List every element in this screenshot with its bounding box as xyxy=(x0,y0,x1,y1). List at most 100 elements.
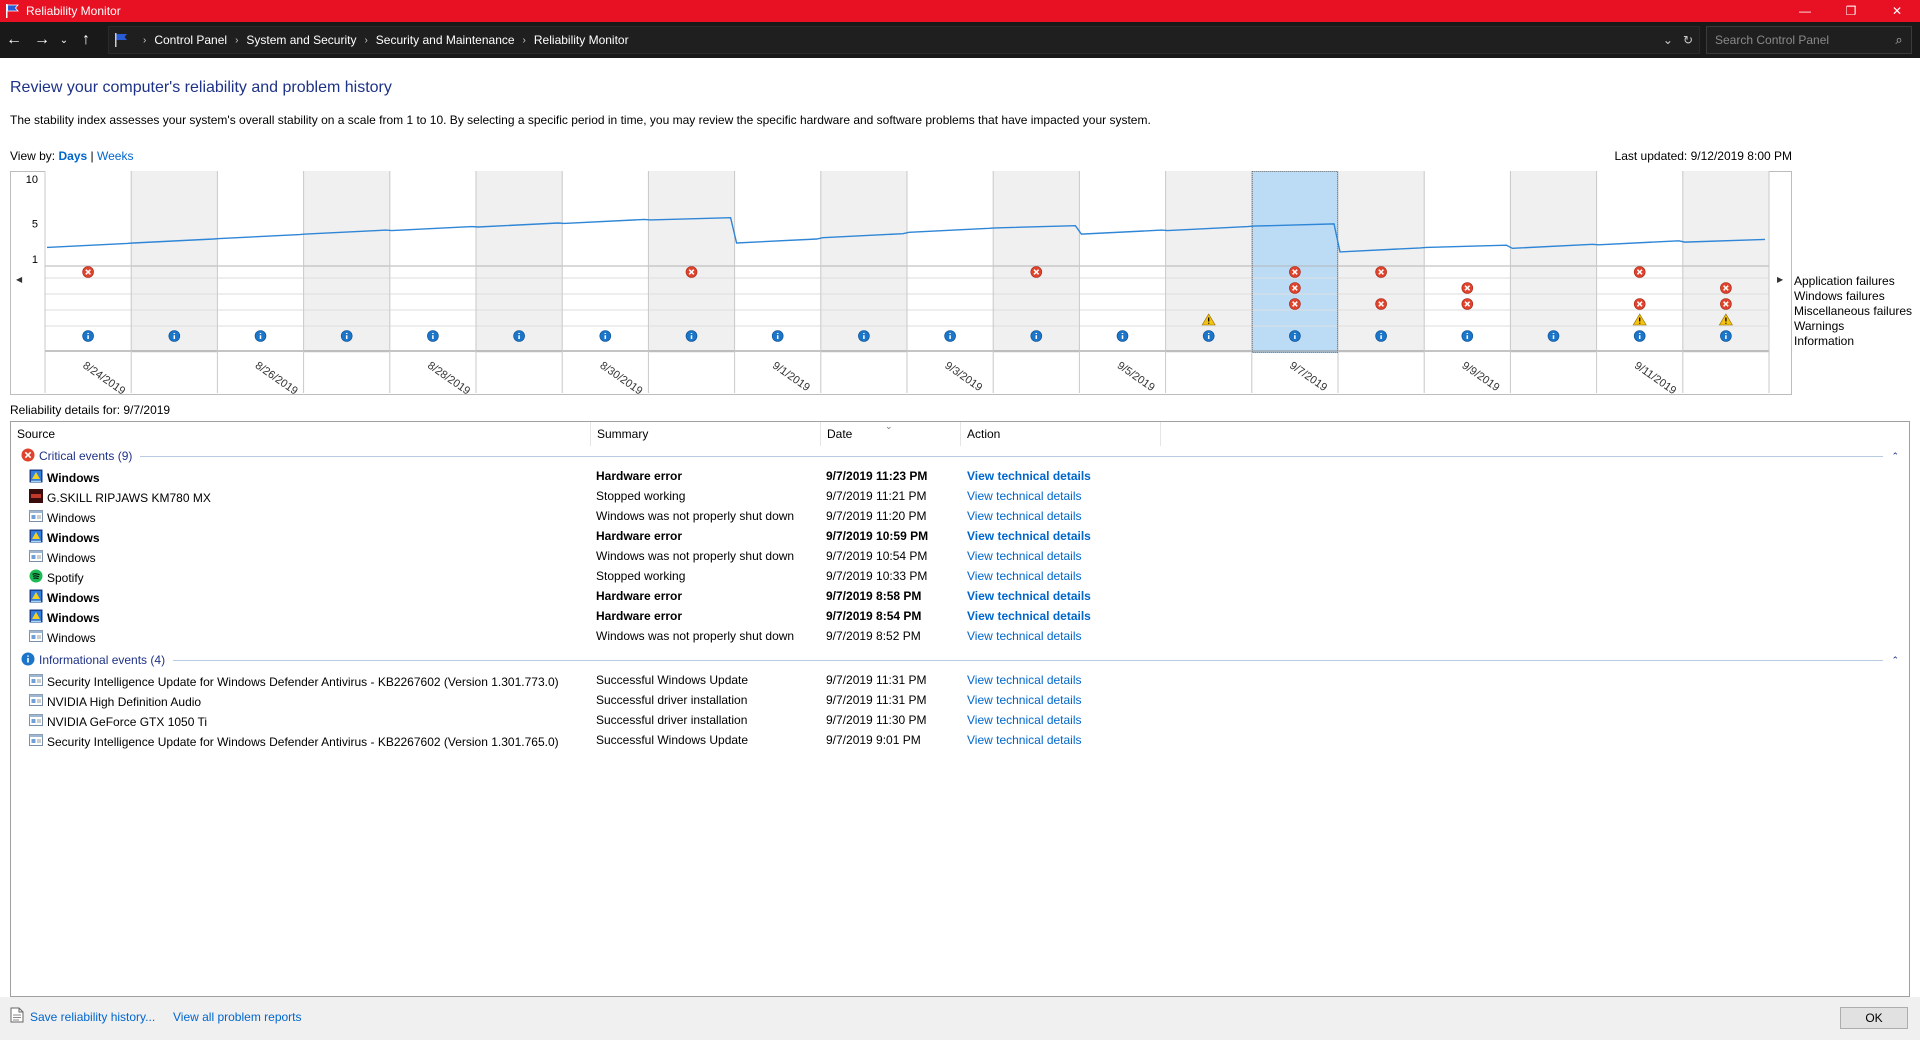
date-cell: 9/7/2019 9:01 PM xyxy=(826,733,921,747)
save-document-icon[interactable] xyxy=(10,1007,24,1023)
view-technical-details-link[interactable]: View technical details xyxy=(967,549,1082,563)
view-technical-details-link[interactable]: View technical details xyxy=(967,569,1082,583)
view-technical-details-link[interactable]: View technical details xyxy=(967,589,1091,603)
legend-warnings: Warnings xyxy=(1794,319,1845,333)
generic-app-icon xyxy=(29,733,47,750)
table-row[interactable]: Security Intelligence Update for Windows… xyxy=(11,730,1909,750)
view-technical-details-link[interactable]: View technical details xyxy=(967,469,1091,483)
date-cell: 9/7/2019 10:59 PM xyxy=(826,529,929,543)
table-row[interactable]: NVIDIA GeForce GTX 1050 Ti Successful dr… xyxy=(11,710,1909,730)
ok-button[interactable]: OK xyxy=(1840,1007,1908,1029)
save-reliability-history-link[interactable]: Save reliability history... xyxy=(30,1010,155,1024)
chart-scroll-left-icon[interactable]: ◀ xyxy=(16,275,22,284)
view-technical-details-link[interactable]: View technical details xyxy=(967,609,1091,623)
column-action[interactable]: Action xyxy=(961,422,1161,446)
table-row[interactable]: Windows Hardware error 9/7/2019 11:23 PM… xyxy=(11,466,1909,486)
breadcrumb-chevron-icon[interactable]: › xyxy=(235,35,238,46)
breadcrumb-chevron-icon[interactable]: › xyxy=(364,35,367,46)
search-input[interactable] xyxy=(1707,32,1887,48)
summary-cell: Stopped working xyxy=(596,569,686,583)
search-box[interactable]: ⌕ xyxy=(1706,26,1912,54)
view-technical-details-link[interactable]: View technical details xyxy=(967,509,1082,523)
source-cell: Windows xyxy=(29,549,96,566)
view-technical-details-link[interactable]: View technical details xyxy=(967,489,1082,503)
spotify-icon xyxy=(29,569,47,586)
view-technical-details-link[interactable]: View technical details xyxy=(967,673,1082,687)
breadcrumb-security-and-maintenance[interactable]: Security and Maintenance › xyxy=(376,33,534,47)
restore-button[interactable]: ❐ xyxy=(1828,0,1874,22)
keyboard-app-icon xyxy=(29,489,47,506)
chart-legend: Application failures Windows failures Mi… xyxy=(1794,274,1912,349)
table-row[interactable]: Windows Hardware error 9/7/2019 10:59 PM… xyxy=(11,526,1909,546)
flag-icon xyxy=(115,33,127,47)
window-title: Reliability Monitor xyxy=(26,4,121,18)
minimize-button[interactable]: — xyxy=(1782,0,1828,22)
source-text: Security Intelligence Update for Windows… xyxy=(47,734,559,749)
table-row[interactable]: Windows Windows was not properly shut do… xyxy=(11,546,1909,566)
x-tick-label: 9/3/2019 xyxy=(942,360,984,394)
view-technical-details-link[interactable]: View technical details xyxy=(967,693,1082,707)
footer: Save reliability history... View all pro… xyxy=(0,997,1920,1040)
informational-events-group-title[interactable]: Informational events (4) xyxy=(39,653,165,667)
table-row[interactable]: NVIDIA High Definition Audio Successful … xyxy=(11,690,1909,710)
windows-hw-icon xyxy=(29,609,47,626)
view-technical-details-link[interactable]: View technical details xyxy=(967,529,1091,543)
generic-app-icon xyxy=(29,673,47,690)
column-date[interactable]: Date ⌄ xyxy=(821,421,961,446)
summary-cell: Hardware error xyxy=(596,469,683,483)
table-row[interactable]: Windows Windows was not properly shut do… xyxy=(11,626,1909,646)
breadcrumb-separator-icon[interactable]: › xyxy=(135,35,154,46)
chart-scroll-right-icon[interactable]: ▶ xyxy=(1777,275,1783,284)
search-icon[interactable]: ⌕ xyxy=(1887,32,1911,48)
collapse-chevron-icon[interactable]: ⌃ xyxy=(1891,655,1899,666)
table-row[interactable]: Security Intelligence Update for Windows… xyxy=(11,670,1909,690)
breadcrumb-reliability-monitor[interactable]: Reliability Monitor xyxy=(534,33,629,47)
critical-events-group-title[interactable]: Critical events (9) xyxy=(39,449,132,463)
source-cell: Windows xyxy=(29,609,100,626)
column-summary[interactable]: Summary xyxy=(591,422,821,446)
table-row[interactable]: G.SKILL RIPJAWS KM780 MX Stopped working… xyxy=(11,486,1909,506)
summary-cell: Successful driver installation xyxy=(596,713,748,727)
address-box[interactable]: › Control Panel › System and Security › Se… xyxy=(108,26,1700,54)
summary-cell: Hardware error xyxy=(596,589,683,603)
summary-cell: Successful Windows Update xyxy=(596,673,749,687)
source-cell: Windows xyxy=(29,629,96,646)
column-date-label: Date xyxy=(827,427,853,441)
summary-cell: Successful Windows Update xyxy=(596,733,749,747)
informational-events-group[interactable]: Informational events (4) ⌃ xyxy=(11,650,1909,670)
table-row[interactable]: Windows Hardware error 9/7/2019 8:54 PM … xyxy=(11,606,1909,626)
forward-arrow-icon[interactable]: → xyxy=(28,26,56,54)
reliability-monitor-icon xyxy=(6,4,19,18)
table-row[interactable]: Windows Hardware error 9/7/2019 8:58 PM … xyxy=(11,586,1909,606)
reliability-chart[interactable]: 10 5 1 8/24/2019 8/26/2019 8/28/2019 8/30/2019… xyxy=(10,171,1792,395)
page-description: The stability index assesses your system… xyxy=(10,113,1151,127)
column-source[interactable]: Source xyxy=(11,422,591,446)
source-cell: Windows xyxy=(29,529,100,546)
error-icon xyxy=(11,448,39,465)
sort-indicator-icon: ⌄ xyxy=(885,421,893,431)
breadcrumb-chevron-icon[interactable]: › xyxy=(523,35,526,46)
breadcrumb-control-panel[interactable]: Control Panel › xyxy=(154,33,246,47)
view-by-days-link[interactable]: Days xyxy=(58,149,87,163)
back-arrow-icon[interactable]: ← xyxy=(0,26,28,54)
date-cell: 9/7/2019 11:31 PM xyxy=(826,693,927,707)
close-button[interactable]: ✕ xyxy=(1874,0,1920,22)
breadcrumb-system-and-security[interactable]: System and Security › xyxy=(246,33,375,47)
collapse-chevron-icon[interactable]: ⌃ xyxy=(1891,451,1899,462)
table-row[interactable]: Spotify Stopped working 9/7/2019 10:33 P… xyxy=(11,566,1909,586)
view-all-problem-reports-link[interactable]: View all problem reports xyxy=(173,1010,302,1024)
table-row[interactable]: Windows Windows was not properly shut do… xyxy=(11,506,1909,526)
summary-cell: Windows was not properly shut down xyxy=(596,509,795,523)
recent-locations-chevron-icon[interactable]: ⌄ xyxy=(56,26,72,54)
view-by-weeks-link[interactable]: Weeks xyxy=(97,149,133,163)
critical-events-group[interactable]: Critical events (9) ⌃ xyxy=(11,446,1909,466)
view-technical-details-link[interactable]: View technical details xyxy=(967,629,1082,643)
address-dropdown-icon[interactable]: ⌄ xyxy=(1663,33,1673,47)
details-list: Source Summary Date ⌄ Action Critical ev… xyxy=(10,421,1910,997)
date-cell: 9/7/2019 8:54 PM xyxy=(826,609,922,623)
refresh-icon[interactable]: ↻ xyxy=(1683,33,1693,47)
view-technical-details-link[interactable]: View technical details xyxy=(967,733,1082,747)
generic-app-icon xyxy=(29,549,47,566)
up-arrow-icon[interactable]: ↑ xyxy=(72,26,100,54)
view-technical-details-link[interactable]: View technical details xyxy=(967,713,1082,727)
